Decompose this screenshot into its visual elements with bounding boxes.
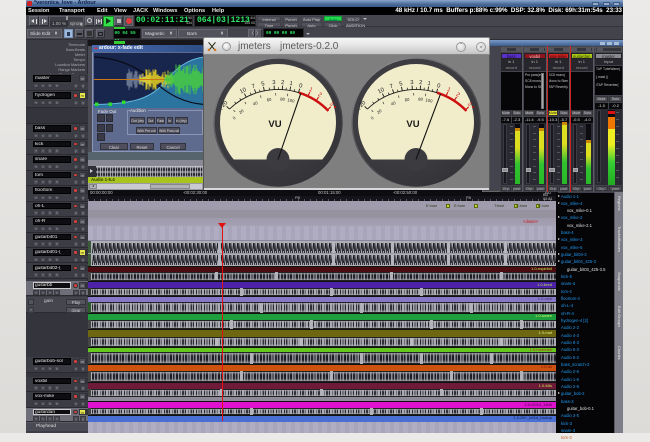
svg-text:3: 3 (410, 80, 414, 86)
svg-text:2: 2 (418, 80, 422, 86)
svg-text:VU: VU (268, 119, 281, 130)
svg-text:3: 3 (272, 80, 276, 86)
svg-text:VU: VU (406, 119, 419, 130)
svg-text:2: 2 (280, 79, 284, 85)
